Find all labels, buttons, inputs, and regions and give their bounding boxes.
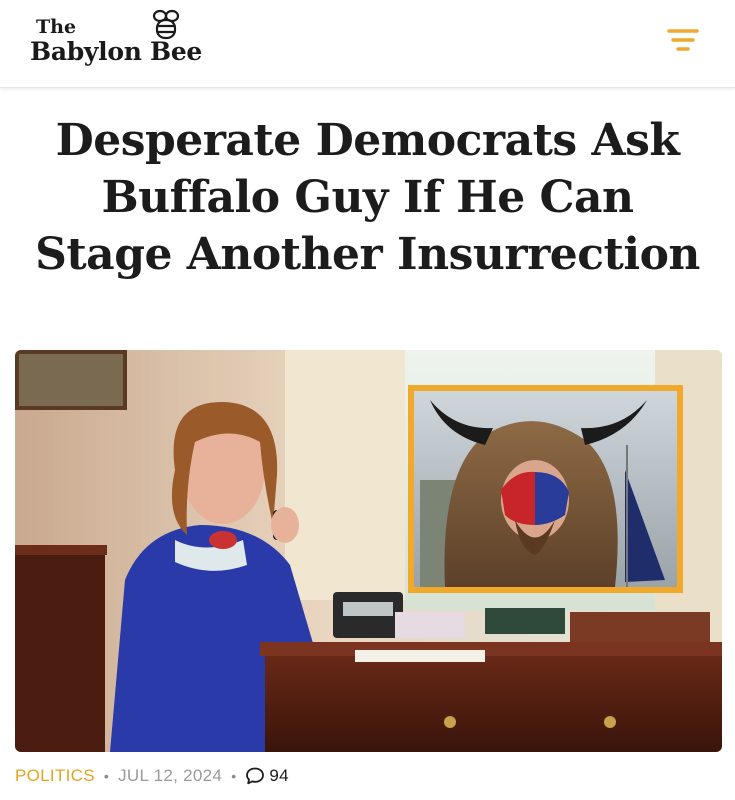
- comment-count[interactable]: 94: [269, 766, 289, 786]
- logo-name-text: Babylon Bee: [30, 37, 203, 66]
- meta-separator: •: [103, 768, 110, 784]
- site-logo[interactable]: The Babylon Bee: [30, 6, 250, 78]
- article-photo: [15, 350, 722, 752]
- site-header: The Babylon Bee: [0, 0, 735, 88]
- menu-button[interactable]: [660, 22, 706, 62]
- filter-menu-icon: [667, 29, 699, 51]
- logo-the-text: The: [36, 16, 77, 38]
- category-link[interactable]: POLITICS: [15, 766, 95, 786]
- article-meta: POLITICS • JUL 12, 2024 • 94: [15, 762, 289, 790]
- meta-separator: •: [231, 768, 237, 784]
- article-image[interactable]: [15, 350, 722, 752]
- article-date: JUL 12, 2024: [118, 766, 223, 785]
- comment-bubble-icon[interactable]: [245, 766, 265, 786]
- article-headline[interactable]: Desperate Democrats Ask Buffalo Guy If H…: [30, 112, 705, 283]
